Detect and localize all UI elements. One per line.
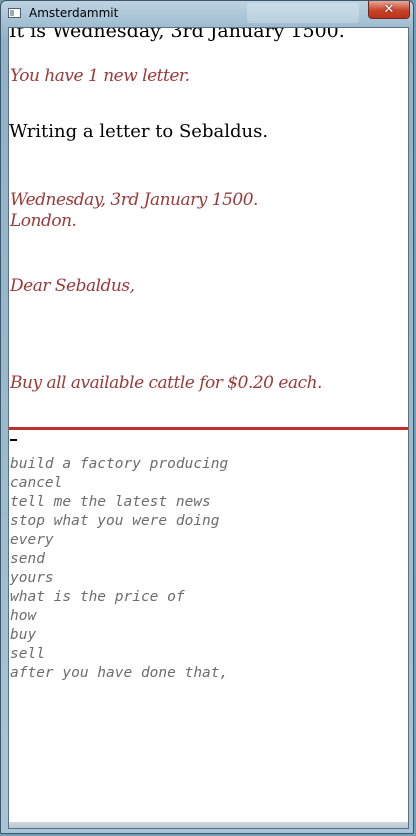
- window-title: Amsterdammit: [29, 6, 119, 20]
- suggestion-item[interactable]: every: [10, 531, 228, 550]
- new-letter-notice: You have 1 new letter.: [10, 66, 190, 86]
- suggestion-item[interactable]: send: [10, 550, 228, 569]
- letter-salutation: Dear Sebaldus,: [10, 276, 135, 296]
- suggestion-item[interactable]: build a factory producing: [10, 455, 228, 474]
- letter-date: Wednesday, 3rd January 1500.: [10, 190, 258, 210]
- suggestion-item[interactable]: yours: [10, 569, 228, 588]
- window-bottom-edge: [9, 822, 408, 828]
- titlebar-reflection: [247, 3, 359, 23]
- writing-status: Writing a letter to Sebaldus.: [9, 121, 269, 142]
- text-cursor: [10, 439, 17, 441]
- suggestion-item[interactable]: how: [10, 607, 228, 626]
- suggestion-item[interactable]: tell me the latest news: [10, 493, 228, 512]
- suggestion-item[interactable]: cancel: [10, 474, 228, 493]
- close-icon: ✕: [383, 2, 395, 17]
- command-suggestions: build a factory producing cancel tell me…: [10, 455, 228, 683]
- suggestion-item[interactable]: sell: [10, 645, 228, 664]
- suggestion-item[interactable]: what is the price of: [10, 588, 228, 607]
- input-divider: [9, 427, 408, 430]
- window-icon[interactable]: [8, 8, 21, 18]
- suggestion-item[interactable]: after you have done that,: [10, 664, 228, 683]
- letter-body: Buy all available cattle for $0.20 each.: [10, 373, 322, 393]
- suggestion-item[interactable]: buy: [10, 626, 228, 645]
- date-announcement: It is Wednesday, 3rd January 1500.: [9, 27, 345, 42]
- app-window: Amsterdammit ✕ It is Wednesday, 3rd Janu…: [0, 0, 414, 834]
- letter-header: Wednesday, 3rd January 1500. London.: [10, 190, 258, 232]
- title-bar[interactable]: Amsterdammit ✕: [1, 1, 413, 25]
- suggestion-item[interactable]: stop what you were doing: [10, 512, 228, 531]
- letter-place: London.: [10, 211, 77, 231]
- close-button[interactable]: ✕: [368, 1, 410, 19]
- game-text-area[interactable]: It is Wednesday, 3rd January 1500. You h…: [8, 27, 409, 829]
